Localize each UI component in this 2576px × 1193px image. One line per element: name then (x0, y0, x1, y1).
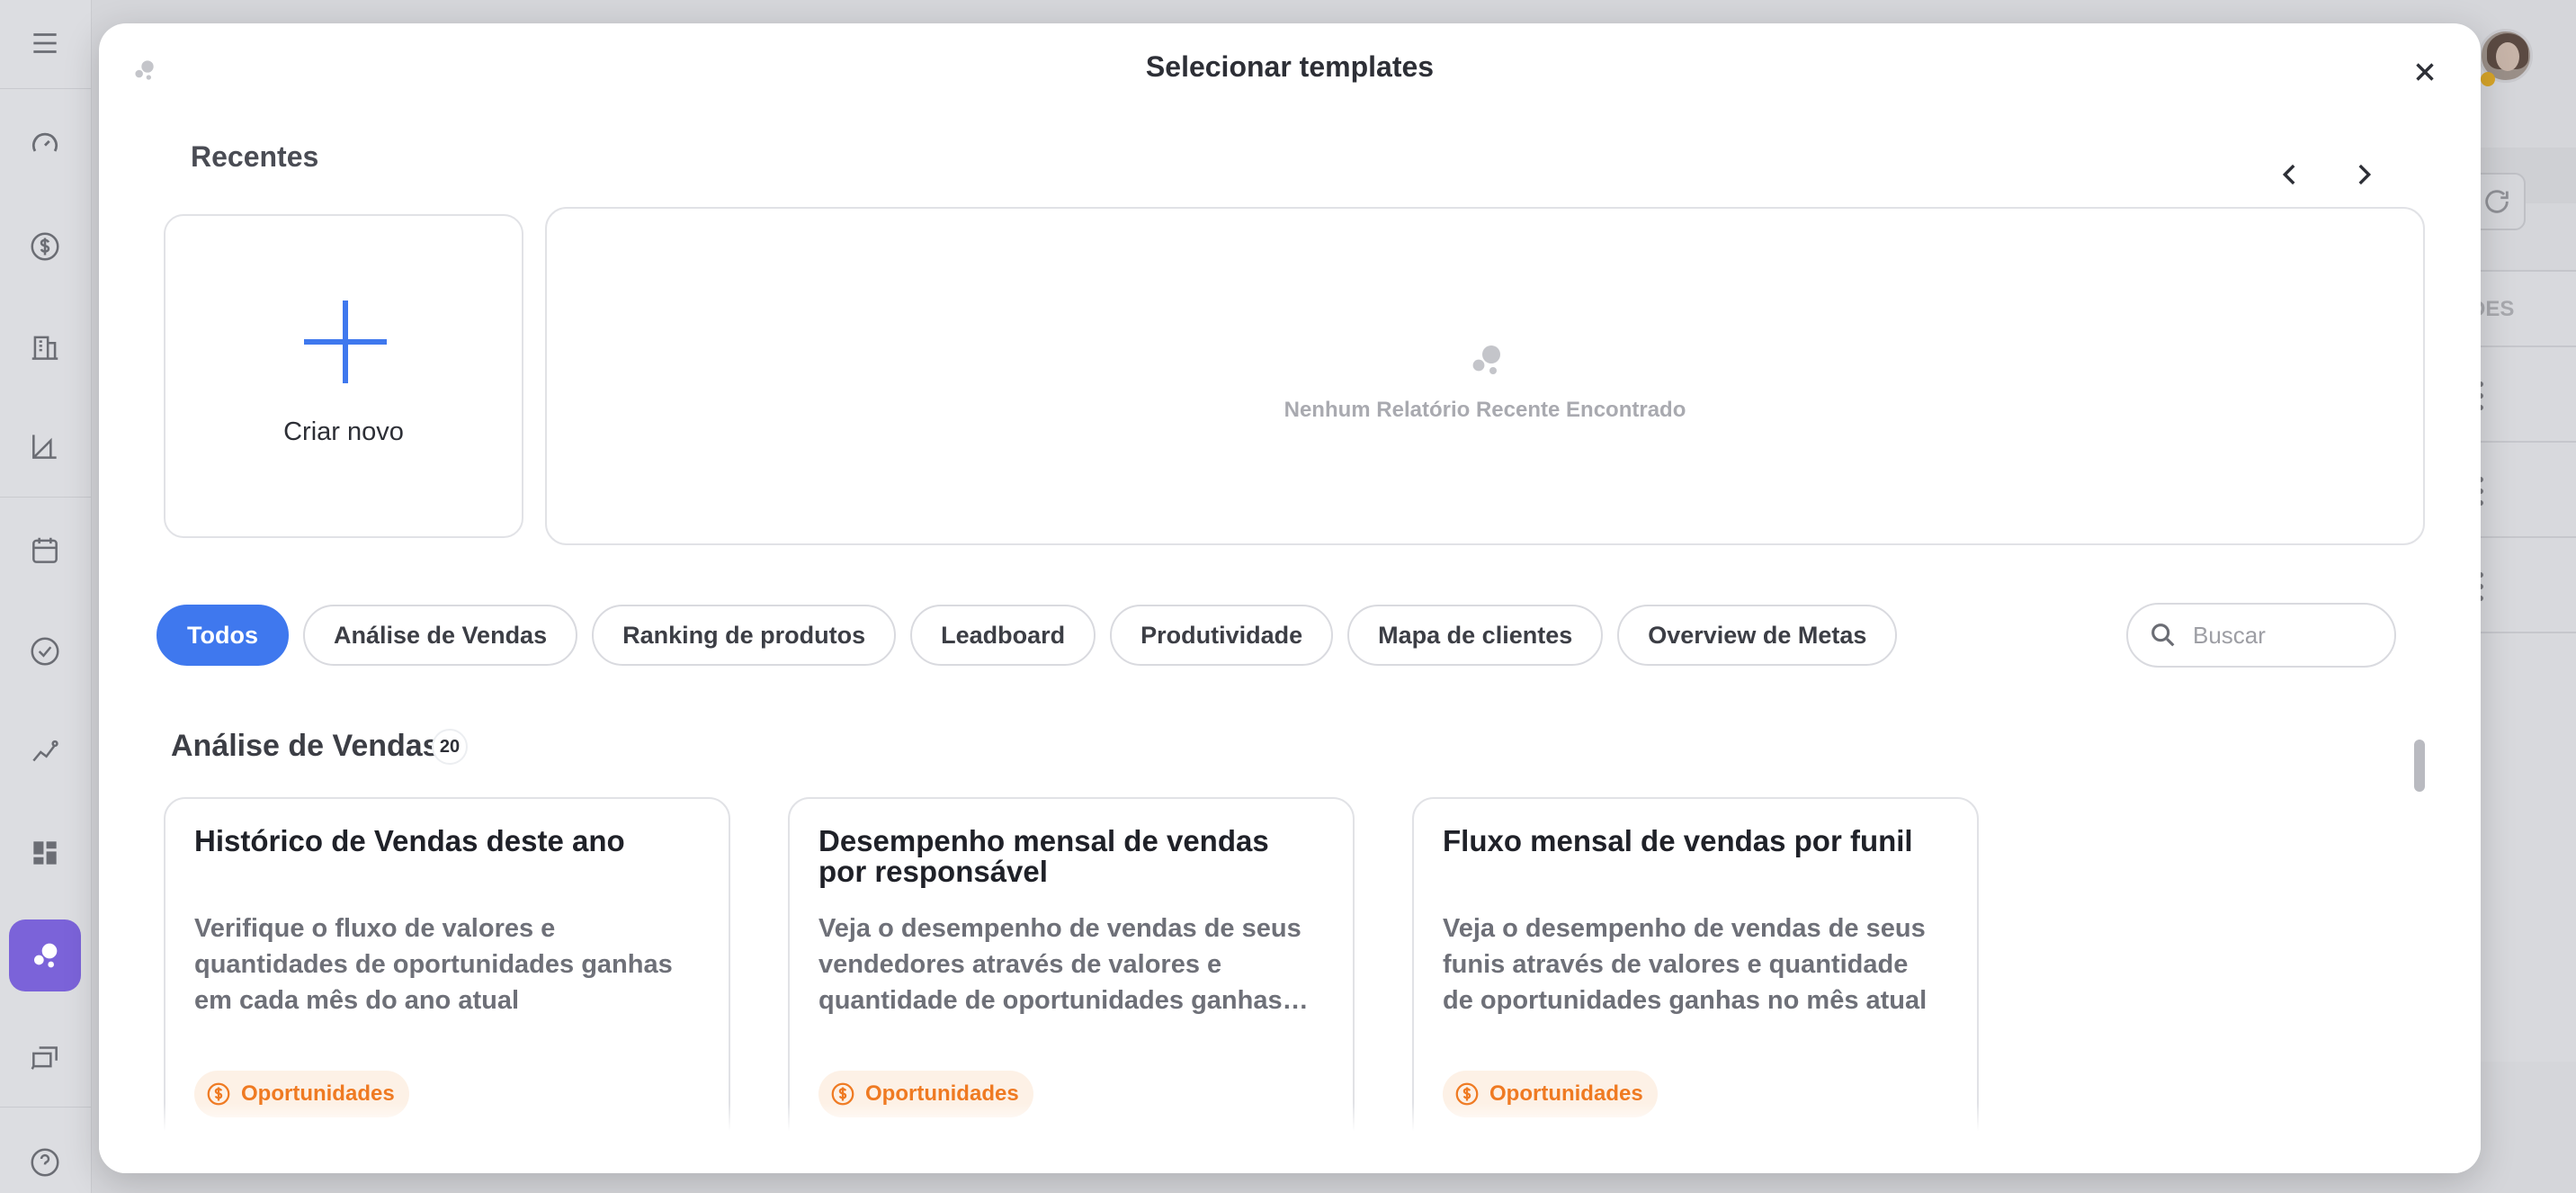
search-icon (2151, 623, 2175, 647)
recent-section-title: Recentes (191, 140, 319, 173)
dashboard-gauge-icon[interactable] (22, 121, 68, 167)
recent-reports-empty-state: Nenhum Relatório Recente Encontrado (545, 207, 2425, 545)
rail-divider (0, 1107, 92, 1108)
chevron-right-icon (2358, 164, 2372, 185)
table-row-divider (2464, 345, 2576, 347)
rail-divider (0, 497, 92, 498)
reports-nav-item-active[interactable] (9, 919, 81, 991)
empty-reports-icon (1472, 345, 1500, 374)
modal-title: Selecionar templates (1145, 50, 1435, 83)
next-arrow-button[interactable] (2346, 157, 2382, 193)
category-filter-chips: Todos Análise de Vendas Ranking de produ… (157, 605, 1898, 668)
calendar-icon[interactable] (22, 527, 68, 574)
template-title: Fluxo mensal de vendas por funil (1443, 824, 1913, 857)
create-new-label: Criar novo (283, 417, 404, 446)
template-description: Verifique o fluxo de valores e quantidad… (194, 914, 673, 1015)
table-row-divider (2464, 632, 2576, 633)
scrollbar-thumb[interactable] (2414, 740, 2425, 792)
filter-chip-todos[interactable]: Todos (157, 605, 289, 666)
template-title: Desempenho mensal de vendas por responsá… (818, 824, 1269, 888)
template-description: Veja o desempenho de vendas de seus vend… (818, 914, 1301, 1015)
status-dot (2481, 72, 2495, 86)
previous-arrow-button[interactable] (2272, 157, 2308, 193)
left-navigation-rail (0, 0, 92, 1193)
filter-chip-overview-de-metas[interactable]: Overview de Metas (1617, 605, 1898, 666)
chevron-left-icon (2282, 164, 2295, 185)
close-icon (2416, 63, 2434, 81)
filter-chip-ranking-de-produtos[interactable]: Ranking de produtos (592, 605, 897, 666)
help-icon[interactable] (22, 1139, 68, 1186)
close-button[interactable] (2402, 49, 2448, 95)
chat-stack-icon[interactable] (22, 1033, 68, 1080)
rail-divider (0, 88, 92, 89)
menu-icon[interactable] (22, 20, 68, 67)
table-row-divider (2464, 536, 2576, 538)
filter-chip-leadboard[interactable]: Leadboard (910, 605, 1096, 666)
template-title: Histórico de Vendas deste ano (194, 824, 625, 857)
select-templates-modal: Selecionar templates Recentes Criar novo… (99, 23, 2481, 1173)
table-row-divider (2464, 441, 2576, 443)
chart-triangle-icon[interactable] (22, 423, 68, 470)
trend-line-icon[interactable] (22, 729, 68, 776)
list-bottom-fade (99, 1103, 2481, 1173)
template-description: Veja o desempenho de vendas de seus funi… (1443, 914, 1928, 1015)
filter-chip-produtividade[interactable]: Produtividade (1110, 605, 1334, 666)
search-field[interactable] (2126, 603, 2396, 668)
dollar-icon[interactable] (22, 223, 68, 270)
empty-state-message: Nenhum Relatório Recente Encontrado (1284, 398, 1686, 422)
filter-chip-analise-de-vendas[interactable]: Análise de Vendas (302, 605, 578, 666)
plus-icon (304, 300, 387, 383)
widgets-icon[interactable] (22, 830, 68, 876)
category-title: Análise de Vendas (171, 729, 440, 763)
create-new-card[interactable]: Criar novo (164, 214, 523, 538)
search-input[interactable] (2193, 621, 2373, 650)
check-circle-icon[interactable] (22, 628, 68, 675)
category-count-badge: 20 (432, 729, 468, 765)
filter-chip-mapa-de-clientes[interactable]: Mapa de clientes (1347, 605, 1604, 666)
building-icon[interactable] (22, 324, 68, 371)
